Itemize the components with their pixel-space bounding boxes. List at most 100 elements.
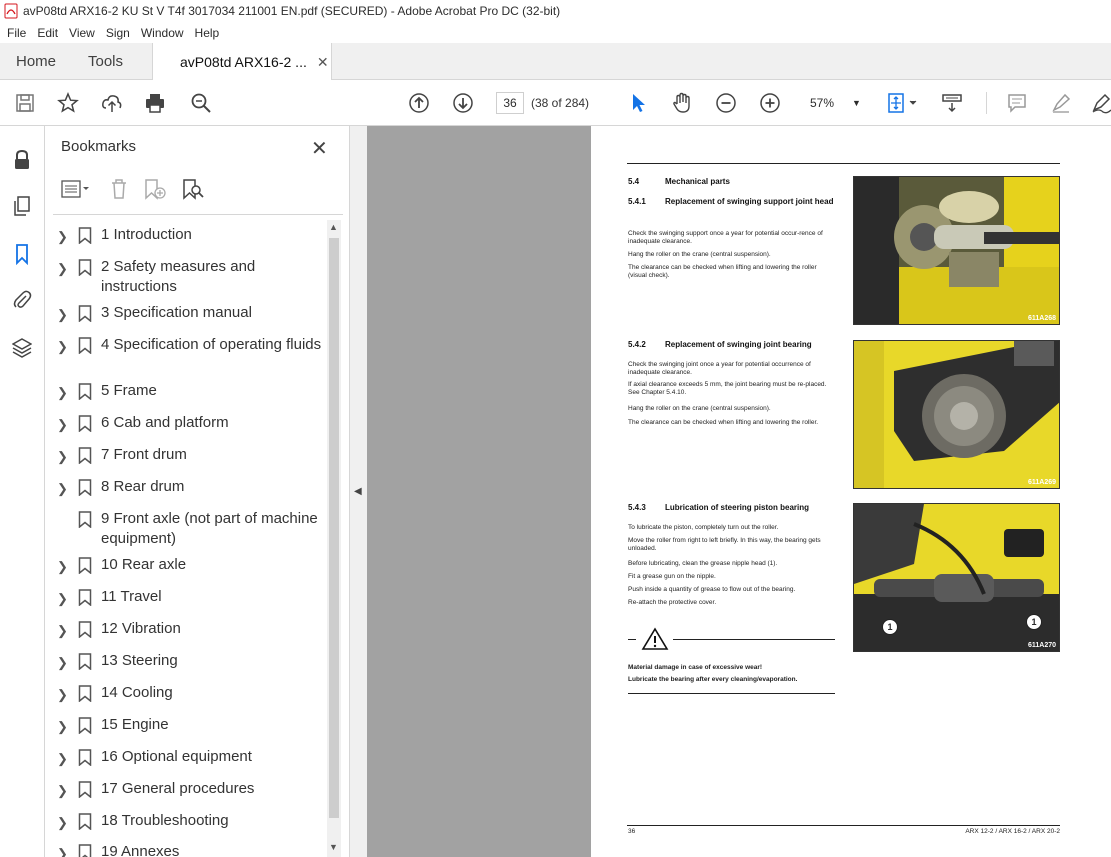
upload-icon[interactable] bbox=[100, 91, 124, 115]
chevron-right-icon[interactable]: ❯ bbox=[57, 781, 68, 801]
footer-models: ARX 12-2 / ARX 16-2 / ARX 20-2 bbox=[965, 828, 1060, 835]
bookmark-label: 6 Cab and platform bbox=[101, 414, 229, 431]
chevron-right-icon[interactable]: ❯ bbox=[57, 621, 68, 641]
bookmark-icon[interactable] bbox=[10, 242, 34, 266]
menu-edit[interactable]: Edit bbox=[37, 26, 58, 40]
bookmarks-scrollbar-thumb[interactable] bbox=[329, 238, 339, 818]
warning-text: Lubricate the bearing after every cleani… bbox=[628, 676, 798, 683]
bookmark-flag-icon bbox=[78, 511, 92, 528]
bookmark-flag-icon bbox=[78, 781, 92, 798]
zoom-in-icon[interactable] bbox=[758, 91, 782, 115]
chevron-right-icon[interactable]: ❯ bbox=[57, 259, 68, 279]
section-number: 5.4 bbox=[628, 177, 640, 186]
menu-file[interactable]: File bbox=[7, 26, 26, 40]
bookmark-flag-icon bbox=[78, 479, 92, 496]
options-menu-icon[interactable] bbox=[61, 179, 91, 199]
page-number-input[interactable]: 36 bbox=[496, 92, 524, 114]
title-bar: avP08td ARX16-2 KU St V T4f 3017034 2110… bbox=[0, 0, 1111, 22]
scroll-down-icon[interactable]: ▼ bbox=[329, 842, 338, 852]
delete-icon[interactable] bbox=[109, 178, 129, 200]
chevron-right-icon[interactable]: ❯ bbox=[57, 557, 68, 577]
pages-icon[interactable] bbox=[10, 194, 34, 218]
new-bookmark-icon[interactable] bbox=[143, 178, 167, 200]
bookmark-flag-icon bbox=[78, 383, 92, 400]
left-navigation-rail bbox=[0, 126, 45, 857]
tab-home[interactable]: Home bbox=[16, 43, 56, 80]
footer-rule bbox=[627, 825, 1060, 826]
zoom-select[interactable]: 57% ▼ bbox=[798, 92, 864, 114]
toolbar-separator bbox=[986, 92, 987, 114]
bookmark-flag-icon bbox=[78, 305, 92, 322]
bookmark-flag-icon bbox=[78, 557, 92, 574]
panel-splitter[interactable]: ◀ bbox=[349, 126, 367, 857]
scroll-mode-icon[interactable] bbox=[940, 91, 964, 115]
warning-rule bbox=[628, 639, 636, 640]
bookmark-flag-icon bbox=[78, 717, 92, 734]
bookmark-label: 17 General procedures bbox=[101, 780, 255, 797]
chevron-right-icon[interactable]: ❯ bbox=[57, 479, 68, 499]
bookmark-star-icon[interactable] bbox=[56, 91, 80, 115]
bookmark-flag-icon bbox=[78, 415, 92, 432]
paragraph: The clearance can be checked when liftin… bbox=[628, 419, 819, 426]
section-number: 5.4.2 bbox=[628, 340, 646, 349]
chevron-right-icon[interactable]: ❯ bbox=[57, 415, 68, 435]
warning-text: Material damage in case of excessive wea… bbox=[628, 664, 763, 671]
page-down-icon[interactable] bbox=[451, 91, 475, 115]
menu-window[interactable]: Window bbox=[141, 26, 184, 40]
search-zoom-icon[interactable] bbox=[189, 91, 213, 115]
select-cursor-icon[interactable] bbox=[626, 91, 650, 115]
menu-sign[interactable]: Sign bbox=[106, 26, 130, 40]
find-bookmark-icon[interactable] bbox=[181, 178, 205, 200]
fit-page-icon[interactable] bbox=[885, 91, 921, 115]
chevron-right-icon[interactable]: ❯ bbox=[57, 653, 68, 673]
chevron-right-icon[interactable]: ❯ bbox=[57, 844, 68, 857]
window-title: avP08td ARX16-2 KU St V T4f 3017034 2110… bbox=[23, 4, 561, 18]
tab-document[interactable]: avP08td ARX16-2 ... ✕ bbox=[152, 43, 332, 81]
bookmark-label: 19 Annexes bbox=[101, 843, 180, 857]
menu-view[interactable]: View bbox=[69, 26, 95, 40]
print-icon[interactable] bbox=[143, 91, 167, 115]
bookmark-label: 8 Rear drum bbox=[101, 478, 185, 495]
bookmark-label: 5 Frame bbox=[101, 382, 157, 399]
bookmark-flag-icon bbox=[78, 447, 92, 464]
chevron-right-icon[interactable]: ❯ bbox=[57, 337, 68, 357]
paragraph: Fit a grease gun on the nipple. bbox=[628, 573, 716, 580]
chevron-right-icon[interactable]: ❯ bbox=[57, 447, 68, 467]
scroll-up-icon[interactable]: ▲ bbox=[329, 222, 338, 232]
attachment-icon[interactable] bbox=[10, 288, 34, 312]
panel-toolbar bbox=[61, 176, 205, 202]
chevron-right-icon[interactable]: ❯ bbox=[57, 717, 68, 737]
chevron-right-icon[interactable]: ❯ bbox=[57, 305, 68, 325]
layers-icon[interactable] bbox=[10, 336, 34, 360]
menu-help[interactable]: Help bbox=[195, 26, 220, 40]
comment-icon[interactable] bbox=[1005, 91, 1029, 115]
header-rule bbox=[627, 163, 1060, 164]
lock-icon[interactable] bbox=[10, 148, 34, 172]
sign-icon[interactable] bbox=[1090, 91, 1111, 115]
close-icon[interactable]: ✕ bbox=[311, 136, 328, 161]
panel-divider bbox=[53, 214, 343, 215]
bookmark-label: 1 Introduction bbox=[101, 226, 192, 243]
chevron-right-icon[interactable]: ❯ bbox=[57, 685, 68, 705]
warning-triangle-icon bbox=[641, 627, 669, 650]
collapse-panel-icon[interactable]: ◀ bbox=[354, 486, 362, 497]
paragraph: Re-attach the protective cover. bbox=[628, 599, 717, 606]
chevron-right-icon[interactable]: ❯ bbox=[57, 383, 68, 403]
photo-steering-piston: 1 1 611A270 bbox=[853, 503, 1060, 652]
page-count-label: (38 of 284) bbox=[531, 96, 590, 110]
tab-tools[interactable]: Tools bbox=[88, 43, 123, 80]
chevron-right-icon[interactable]: ❯ bbox=[57, 227, 68, 247]
highlight-icon[interactable] bbox=[1049, 91, 1073, 115]
section-title: Replacement of swinging support joint he… bbox=[665, 197, 834, 206]
bookmark-label: 10 Rear axle bbox=[101, 556, 187, 573]
paragraph: Check the swinging support once a year f… bbox=[628, 230, 823, 245]
chevron-right-icon[interactable]: ❯ bbox=[57, 749, 68, 769]
page-up-icon[interactable] bbox=[407, 91, 431, 115]
tab-close-icon[interactable]: ✕ bbox=[317, 54, 329, 71]
hand-icon[interactable] bbox=[670, 91, 694, 115]
zoom-out-icon[interactable] bbox=[714, 91, 738, 115]
chevron-right-icon[interactable]: ❯ bbox=[57, 589, 68, 609]
chevron-right-icon[interactable]: ❯ bbox=[57, 813, 68, 833]
bookmark-label: 7 Front drum bbox=[101, 446, 187, 463]
save-icon[interactable] bbox=[13, 91, 37, 115]
